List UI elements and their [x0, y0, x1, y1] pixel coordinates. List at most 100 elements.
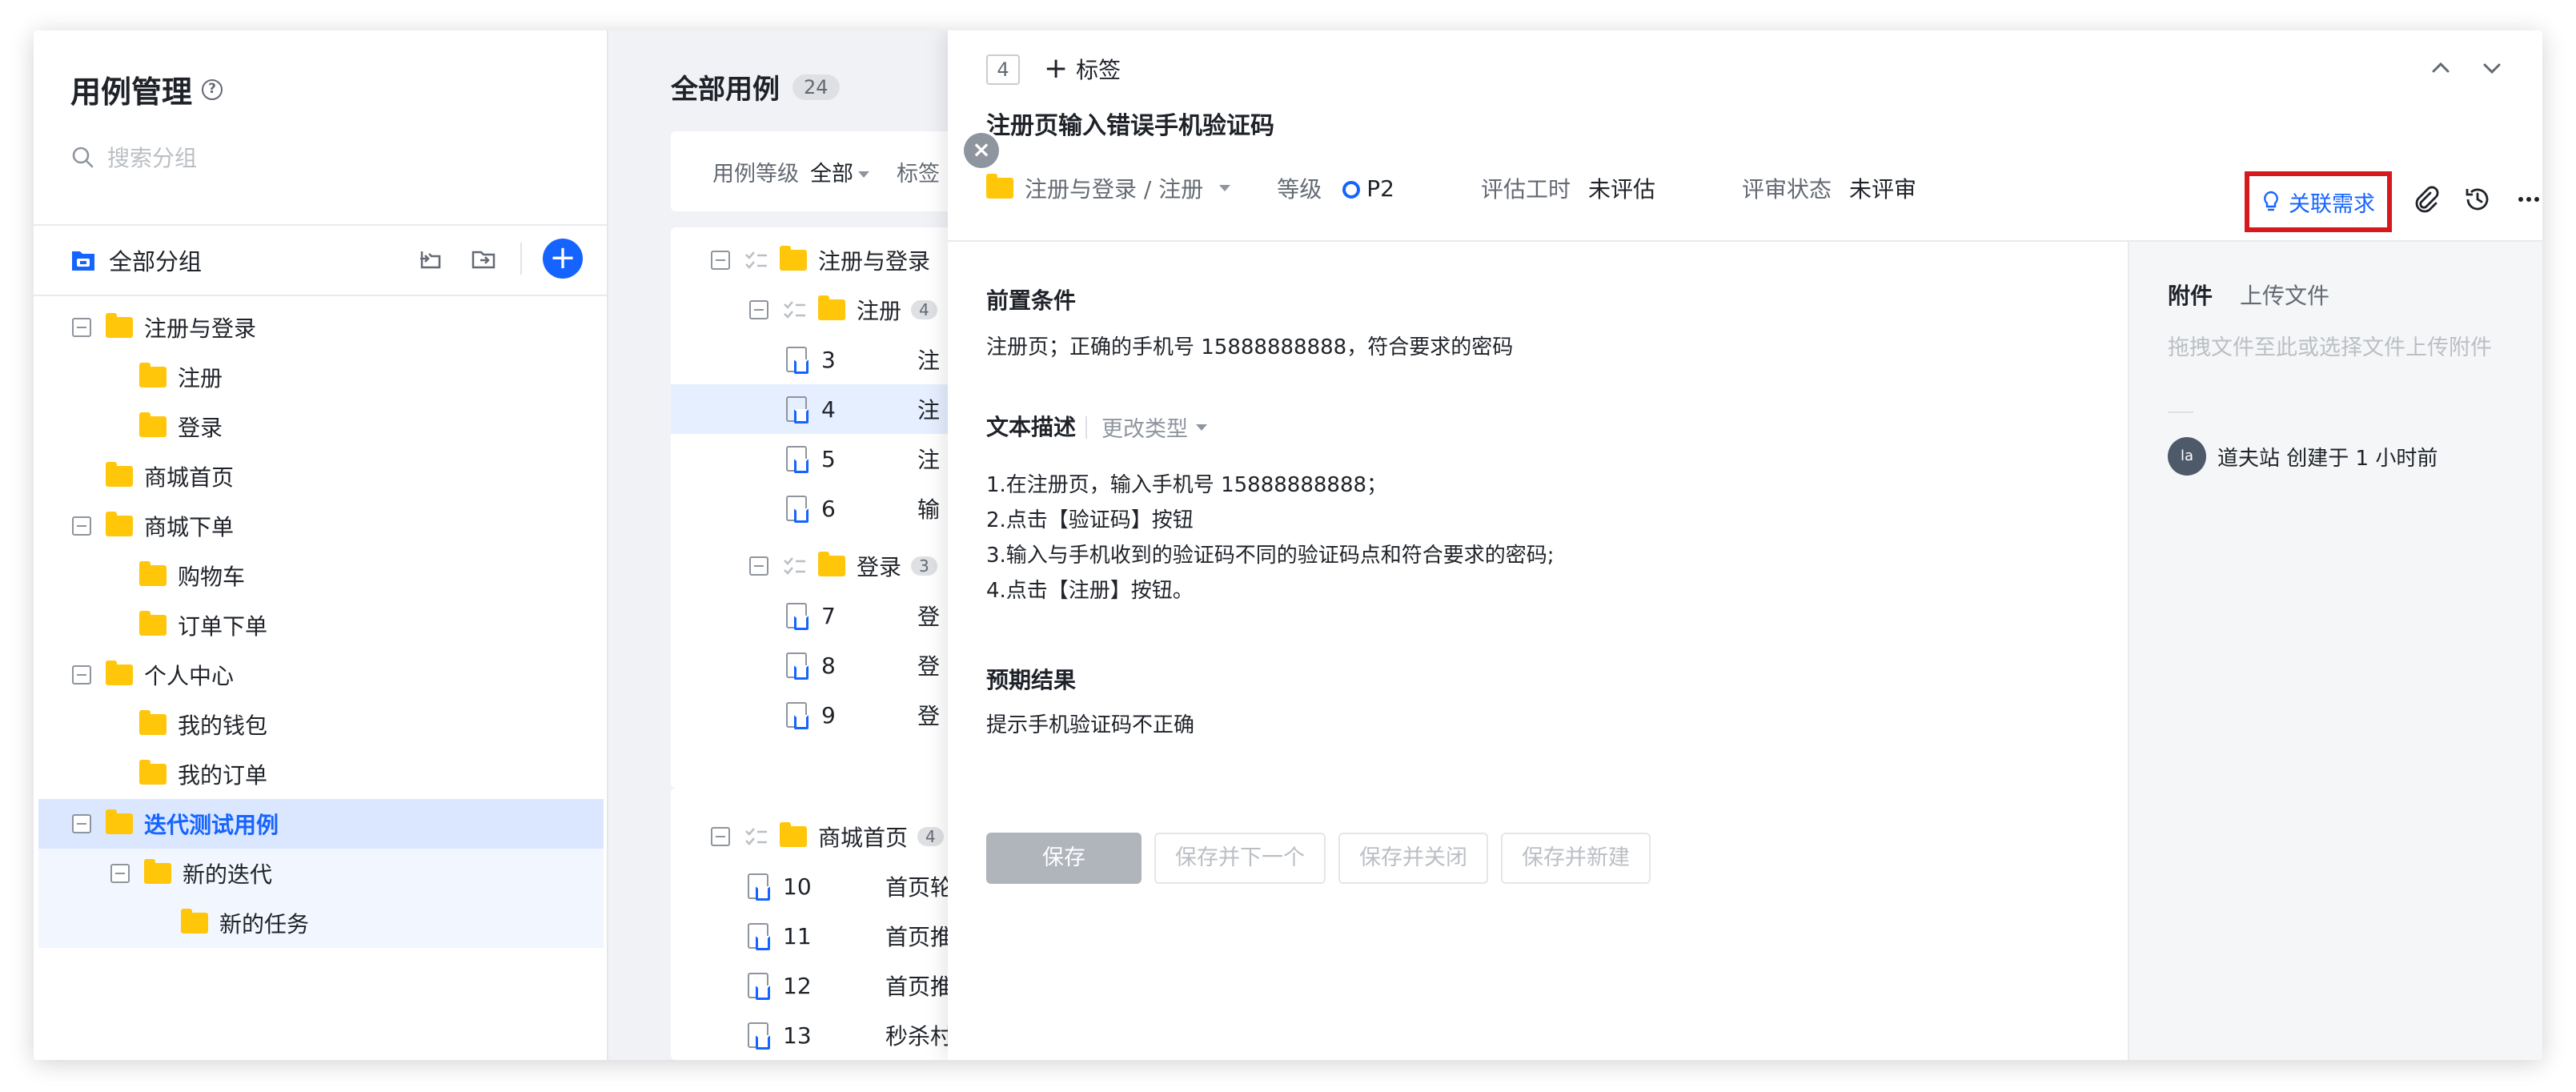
level-filter-select[interactable]: 全部: [810, 156, 869, 187]
plus-icon: +: [1044, 52, 1069, 85]
group-sidebar: 用例管理 ? 搜索分组 全部分组 + 注册与登录 注册 登录 商城首页 商城下单…: [34, 30, 607, 1060]
review-status-value[interactable]: 未评审: [1849, 172, 1916, 204]
collapse-icon[interactable]: [72, 516, 91, 536]
expected-result-text[interactable]: 提示手机验证码不正确: [986, 708, 1194, 743]
search-icon: [72, 147, 94, 168]
steps-text[interactable]: 1.在注册页，输入手机号 15888888888； 2.点击【验证码】按钮 3.…: [986, 468, 1555, 608]
tree-item[interactable]: 我的钱包: [38, 700, 604, 749]
save-button[interactable]: 保存: [986, 833, 1142, 884]
search-input[interactable]: 搜索分组: [107, 141, 197, 173]
app-window: 用例管理 ? 搜索分组 全部分组 + 注册与登录 注册 登录 商城首页 商城下单…: [34, 30, 2542, 1060]
save-and-new-button[interactable]: 保存并新建: [1501, 833, 1651, 884]
link-requirement-label: 关联需求: [2289, 191, 2375, 217]
more-icon[interactable]: [2515, 186, 2542, 213]
tree-item[interactable]: 个人中心: [38, 650, 604, 700]
all-groups-row[interactable]: 全部分组 +: [34, 224, 607, 296]
tree-item[interactable]: 商城下单: [38, 501, 604, 551]
case-id: 12: [783, 972, 812, 999]
case-file-icon: [748, 923, 770, 950]
tree-item[interactable]: 商城首页: [38, 452, 604, 501]
case-file-icon: [786, 496, 809, 523]
tree-item[interactable]: 购物车: [38, 551, 604, 600]
sidebar-title-text: 用例管理: [70, 74, 193, 110]
folder-icon: [780, 246, 807, 271]
folder-icon: [106, 313, 133, 338]
level-filter-value: 全部: [810, 161, 853, 187]
tree-item[interactable]: 登录: [38, 402, 604, 452]
tree-item-label: 新的迭代: [183, 861, 273, 888]
estimate-label: 评估工时: [1480, 176, 1571, 203]
link-requirement-button[interactable]: 关联需求: [2245, 171, 2392, 232]
tree-item[interactable]: 新的任务: [38, 898, 604, 948]
add-group-button[interactable]: +: [543, 239, 583, 279]
case-file-icon: [786, 396, 809, 424]
close-drawer-button[interactable]: ×: [964, 133, 999, 168]
case-id: 5: [821, 445, 836, 472]
tree-item[interactable]: 我的订单: [38, 749, 604, 799]
save-and-next-button[interactable]: 保存并下一个: [1154, 833, 1326, 884]
tab-attachments[interactable]: 附件: [2168, 279, 2213, 311]
case-id: 4: [821, 395, 836, 423]
collapse-icon[interactable]: [110, 864, 130, 883]
collapse-icon[interactable]: [72, 665, 91, 685]
tool-divider: [520, 243, 522, 275]
chevron-down-icon[interactable]: [2478, 54, 2506, 82]
case-group-breadcrumb[interactable]: 注册与登录 / 注册: [986, 172, 1231, 204]
tree-item[interactable]: 新的迭代: [38, 849, 604, 898]
review-status-label: 评审状态: [1742, 176, 1832, 203]
collapse-icon[interactable]: [72, 318, 91, 337]
chevron-up-icon[interactable]: [2427, 54, 2454, 82]
level-value: P2: [1366, 175, 1394, 202]
tree-item[interactable]: 注册: [38, 352, 604, 402]
tree-item-label: 购物车: [178, 564, 246, 590]
group-tools: +: [415, 239, 583, 279]
history-icon[interactable]: [2464, 186, 2491, 213]
help-icon[interactable]: ?: [202, 78, 223, 100]
tree-item[interactable]: 注册与登录: [38, 303, 604, 352]
move-group-icon[interactable]: [467, 243, 500, 275]
save-and-close-button[interactable]: 保存并关闭: [1338, 833, 1488, 884]
collapse-icon[interactable]: [711, 827, 730, 846]
case-file-icon: [786, 603, 809, 630]
divider: [2168, 412, 2193, 413]
collapse-icon[interactable]: [711, 251, 730, 270]
group-label: 商城首页: [818, 825, 909, 851]
case-title: 首页推: [885, 974, 953, 1000]
attachment-icon[interactable]: [2413, 186, 2440, 213]
case-title: 注: [917, 397, 941, 424]
add-tag-button[interactable]: + 标签: [1044, 53, 1121, 85]
precondition-text[interactable]: 注册页；正确的手机号 15888888888，符合要求的密码: [986, 330, 1513, 365]
case-id: 11: [783, 922, 812, 949]
step-line: 1.在注册页，输入手机号 15888888888；: [986, 473, 1388, 497]
change-type-dropdown[interactable]: 更改类型: [1085, 412, 1207, 443]
upload-dropzone[interactable]: 拖拽文件至此或选择文件上传附件: [2168, 330, 2492, 361]
step-line: 4.点击【注册】按钮。: [986, 579, 1194, 603]
group-count-badge: 4: [917, 827, 944, 846]
collapse-icon[interactable]: [72, 814, 91, 833]
case-title: 首页推: [885, 924, 953, 950]
case-title[interactable]: 注册页输入错误手机验证码: [986, 106, 1274, 141]
group-search[interactable]: 搜索分组: [70, 141, 197, 173]
save-actions: 保存 保存并下一个 保存并关闭 保存并新建: [986, 833, 1651, 884]
tag-filter-label[interactable]: 标签: [897, 156, 940, 187]
priority-circle-icon: [1342, 180, 1361, 199]
tree-item-label: 我的钱包: [178, 713, 268, 739]
attachment-tabs: 附件 上传文件: [2168, 279, 2329, 311]
tree-item[interactable]: 订单下单: [38, 600, 604, 650]
case-title: 登: [917, 604, 941, 630]
tree-item-label: 新的任务: [219, 911, 310, 937]
folder-icon: [106, 462, 133, 487]
tree-item-selected[interactable]: 迭代测试用例: [38, 799, 604, 849]
import-group-icon[interactable]: [415, 243, 447, 275]
all-groups-icon: [72, 251, 94, 271]
level-select[interactable]: P2: [1322, 175, 1394, 202]
upload-file-link[interactable]: 上传文件: [2240, 279, 2329, 311]
estimate-value[interactable]: 未评估: [1588, 172, 1655, 204]
collapse-icon[interactable]: [749, 300, 768, 319]
collapse-icon[interactable]: [749, 556, 768, 576]
case-file-icon: [748, 1022, 770, 1050]
precondition-title: 前置条件: [986, 287, 1077, 314]
case-title: 输: [917, 496, 941, 523]
tree-item-label: 商城首页: [144, 464, 235, 491]
level-label: 等级: [1277, 176, 1322, 203]
